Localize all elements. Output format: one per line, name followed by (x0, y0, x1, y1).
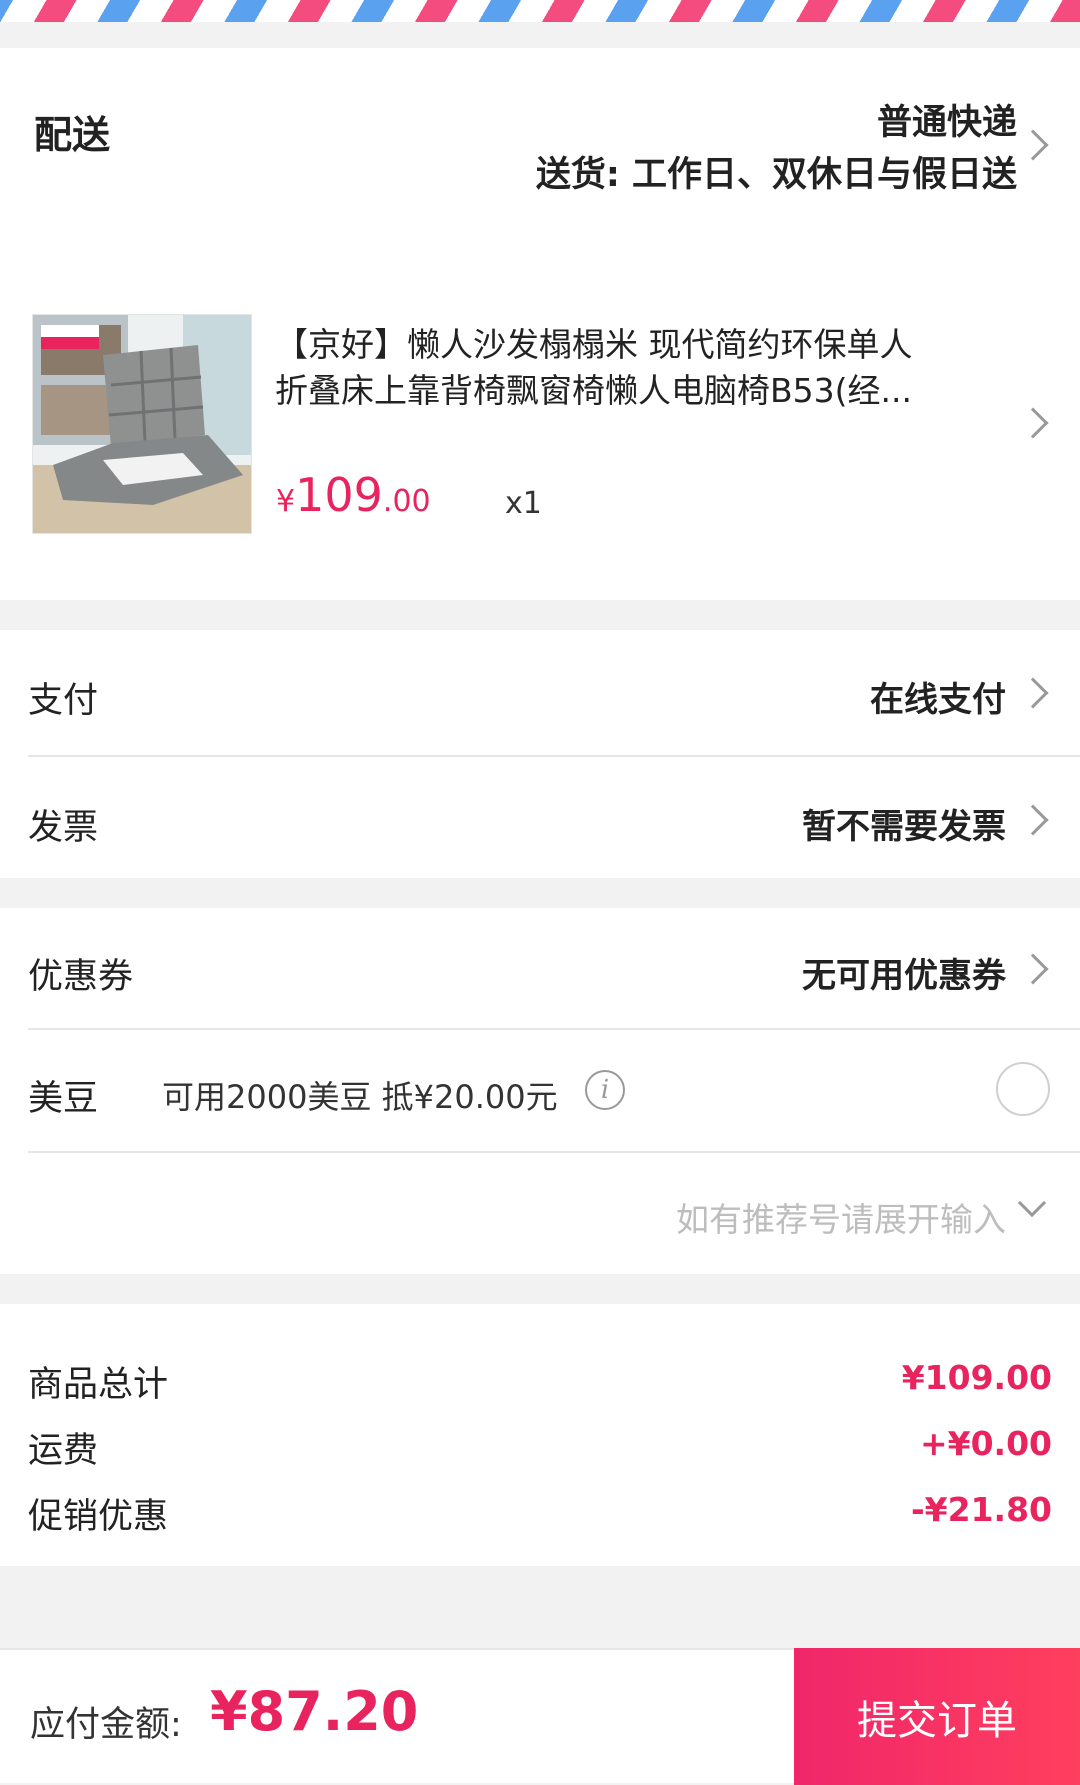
chevron-right-icon (1017, 953, 1049, 985)
beans-row: 美豆 可用2000美豆 抵¥20.00元 i (0, 1030, 1080, 1150)
beans-text: 可用2000美豆 抵¥20.00元 (162, 1078, 558, 1116)
total-value: ¥87.20 (210, 1680, 419, 1743)
coupon-value: 无可用优惠券 (802, 956, 1006, 996)
product-price: ¥109.00 (276, 468, 431, 522)
chevron-right-icon (1017, 129, 1049, 161)
referral-row[interactable]: 如有推荐号请展开输入 (0, 1153, 1080, 1274)
summary-label-promotion: 促销优惠 (28, 1497, 169, 1537)
checkout-bar: 应付金额: ¥87.20 提交订单 (0, 1648, 1080, 1785)
product-item[interactable]: 【京好】懒人沙发榻榻米 现代简约环保单人 折叠床上靠背椅飘窗椅懒人电脑椅B53(… (0, 308, 1080, 538)
summary-value-shipping: +¥0.00 (919, 1424, 1052, 1463)
summary-value-promotion: -¥21.80 (910, 1490, 1052, 1529)
beans-toggle-radio[interactable] (996, 1062, 1050, 1116)
summary-label-subtotal: 商品总计 (28, 1365, 169, 1405)
invoice-value: 暂不需要发票 (802, 807, 1006, 847)
info-icon[interactable]: i (585, 1070, 625, 1110)
chevron-right-icon (1017, 407, 1049, 439)
price-decimal: .00 (382, 484, 431, 519)
price-symbol: ¥ (276, 484, 296, 519)
price-integer: 109 (295, 468, 383, 522)
chevron-right-icon (1017, 677, 1049, 709)
invoice-label: 发票 (28, 808, 99, 848)
payment-value: 在线支付 (870, 680, 1006, 720)
submit-order-button[interactable]: 提交订单 (794, 1648, 1080, 1785)
delivery-label: 配送 (34, 113, 111, 157)
chevron-right-icon (1017, 804, 1049, 836)
payment-row[interactable]: 支付 在线支付 (0, 630, 1080, 756)
product-title-line1: 【京好】懒人沙发榻榻米 现代简约环保单人 (275, 325, 913, 364)
airmail-stripe (0, 0, 1080, 22)
payment-label: 支付 (28, 681, 99, 721)
delivery-section: 配送 普通快递 送货: 工作日、双休日与假日送 【京好】懒人沙发榻榻米 现代简约… (0, 48, 1080, 600)
discount-section: 优惠券 无可用优惠券 美豆 可用2000美豆 抵¥20.00元 i 如有推荐号请… (0, 908, 1080, 1274)
coupon-label: 优惠券 (28, 957, 134, 997)
summary-label-shipping: 运费 (28, 1431, 99, 1471)
product-quantity: x1 (505, 486, 542, 521)
referral-placeholder: 如有推荐号请展开输入 (676, 1200, 1006, 1239)
product-title-line2: 折叠床上靠背椅飘窗椅懒人电脑椅B53(经... (275, 371, 912, 410)
total-label: 应付金额: (30, 1705, 182, 1745)
invoice-row[interactable]: 发票 暂不需要发票 (0, 757, 1080, 878)
chevron-down-icon (1017, 1188, 1047, 1218)
submit-order-label: 提交订单 (857, 1697, 1017, 1744)
summary-section: 商品总计 ¥109.00 运费 +¥0.00 促销优惠 -¥21.80 (0, 1304, 1080, 1566)
delivery-schedule: 送货: 工作日、双休日与假日送 (535, 155, 1017, 195)
coupon-row[interactable]: 优惠券 无可用优惠券 (0, 908, 1080, 1028)
beans-label: 美豆 (28, 1079, 99, 1119)
product-image (32, 314, 252, 534)
summary-value-subtotal: ¥109.00 (901, 1358, 1052, 1397)
delivery-method-row[interactable]: 普通快递 送货: 工作日、双休日与假日送 (380, 88, 1080, 208)
delivery-method: 普通快递 (876, 103, 1017, 143)
payment-section: 支付 在线支付 发票 暂不需要发票 (0, 630, 1080, 878)
